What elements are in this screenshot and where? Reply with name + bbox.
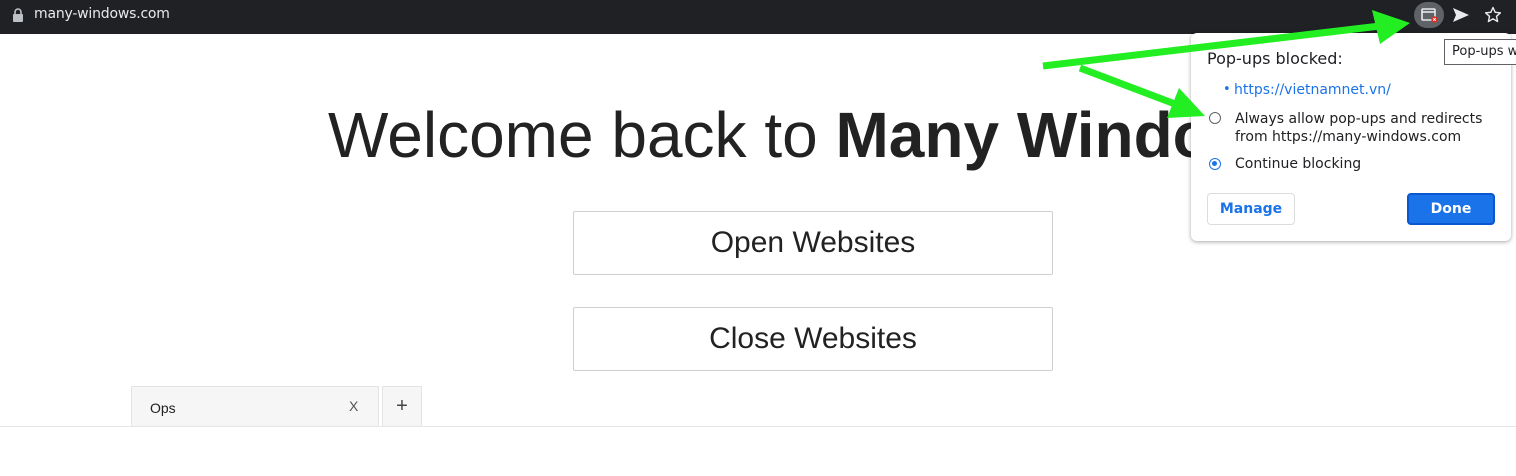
open-websites-button[interactable]: Open Websites <box>573 211 1053 275</box>
popup-blocked-button[interactable] <box>1414 2 1444 28</box>
welcome-prefix: Welcome back to <box>328 99 836 171</box>
send-icon[interactable] <box>1452 7 1470 23</box>
always-allow-label[interactable]: Always allow pop-ups and redirects from … <box>1235 110 1482 146</box>
address-bar: many-windows.com <box>0 0 1516 30</box>
url-text[interactable]: many-windows.com <box>34 6 170 22</box>
continue-blocking-radio[interactable] <box>1209 158 1221 170</box>
tab-strip: Ops X + <box>0 386 1516 427</box>
link-bullet: • <box>1223 82 1231 97</box>
welcome-heading: Welcome back to Many Windows <box>328 98 1297 172</box>
close-websites-button[interactable]: Close Websites <box>573 307 1053 371</box>
blocked-popup-link[interactable]: https://vietnamnet.vn/ <box>1234 82 1391 98</box>
lock-icon[interactable] <box>12 8 24 22</box>
popup-blocked-icon <box>1421 8 1438 23</box>
tab-label: Ops <box>150 400 176 416</box>
popup-tooltip: Pop-ups w <box>1444 39 1516 65</box>
always-allow-line2: from https://many-windows.com <box>1235 129 1462 145</box>
close-tab-icon[interactable]: X <box>349 398 358 414</box>
always-allow-line1: Always allow pop-ups and redirects <box>1235 111 1483 127</box>
manage-button[interactable]: Manage <box>1207 193 1295 225</box>
tab-ops[interactable]: Ops X <box>131 386 379 426</box>
add-tab-button[interactable]: + <box>382 386 422 426</box>
always-allow-radio[interactable] <box>1209 112 1221 124</box>
bookmark-star-icon[interactable] <box>1484 6 1502 24</box>
continue-blocking-label[interactable]: Continue blocking <box>1235 155 1361 173</box>
done-button[interactable]: Done <box>1407 193 1495 225</box>
bubble-title: Pop-ups blocked: <box>1207 49 1343 68</box>
